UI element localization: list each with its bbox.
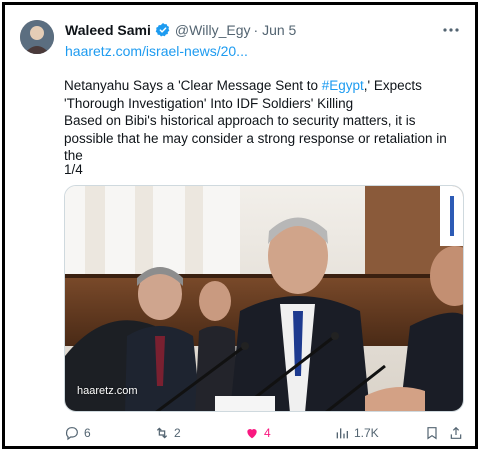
hashtag-link[interactable]: #Egypt (322, 78, 364, 93)
author-handle[interactable]: @Willy_Egy (175, 22, 251, 38)
heart-filled-icon (247, 429, 257, 439)
reply-button[interactable]: 6 (64, 423, 91, 443)
tweet-card[interactable]: Waleed Sami @Willy_Egy · Jun 5 haaretz.c… (2, 2, 478, 449)
more-dots-icon[interactable] (439, 20, 463, 40)
author-row: Waleed Sami @Willy_Egy · Jun 5 (65, 22, 296, 38)
verified-badge-icon (155, 22, 171, 38)
author-name[interactable]: Waleed Sami (65, 22, 151, 38)
retweet-button[interactable]: 2 (154, 423, 181, 443)
bookmark-icon (427, 427, 437, 440)
reply-icon (65, 427, 78, 441)
like-count: 4 (264, 426, 271, 440)
tweet-date[interactable]: · Jun 5 (254, 22, 297, 38)
tweet-text-part: Netanyahu Says a 'Clear Message Sent to (64, 78, 322, 93)
retweet-count: 2 (174, 426, 181, 440)
avatar[interactable] (20, 20, 54, 54)
views-bar-icon (336, 428, 348, 439)
article-link[interactable]: haaretz.com/israel-news/20... (65, 43, 248, 59)
thread-counter: 1/4 (64, 162, 83, 177)
share-button[interactable] (448, 423, 468, 443)
tweet-image[interactable]: haaretz.com (64, 185, 464, 412)
retweet-icon (156, 427, 168, 439)
tweet-text: Netanyahu Says a 'Clear Message Sent to … (64, 77, 464, 165)
tweet-line-2: Based on Bibi's historical approach to s… (64, 113, 447, 163)
like-button[interactable]: 4 (244, 423, 271, 443)
views-button[interactable]: 1.7K (334, 423, 379, 443)
views-count: 1.7K (354, 426, 379, 440)
bookmark-button[interactable] (424, 423, 444, 443)
tweet-line-1: Netanyahu Says a 'Clear Message Sent to … (64, 77, 464, 112)
tweet-header: Waleed Sami @Willy_Egy · Jun 5 haaretz.c… (20, 18, 467, 62)
reply-count: 6 (84, 426, 91, 440)
action-bar: 6 2 4 1.7K (64, 423, 464, 443)
share-icon (450, 426, 462, 439)
media-watermark: haaretz.com (77, 385, 138, 397)
